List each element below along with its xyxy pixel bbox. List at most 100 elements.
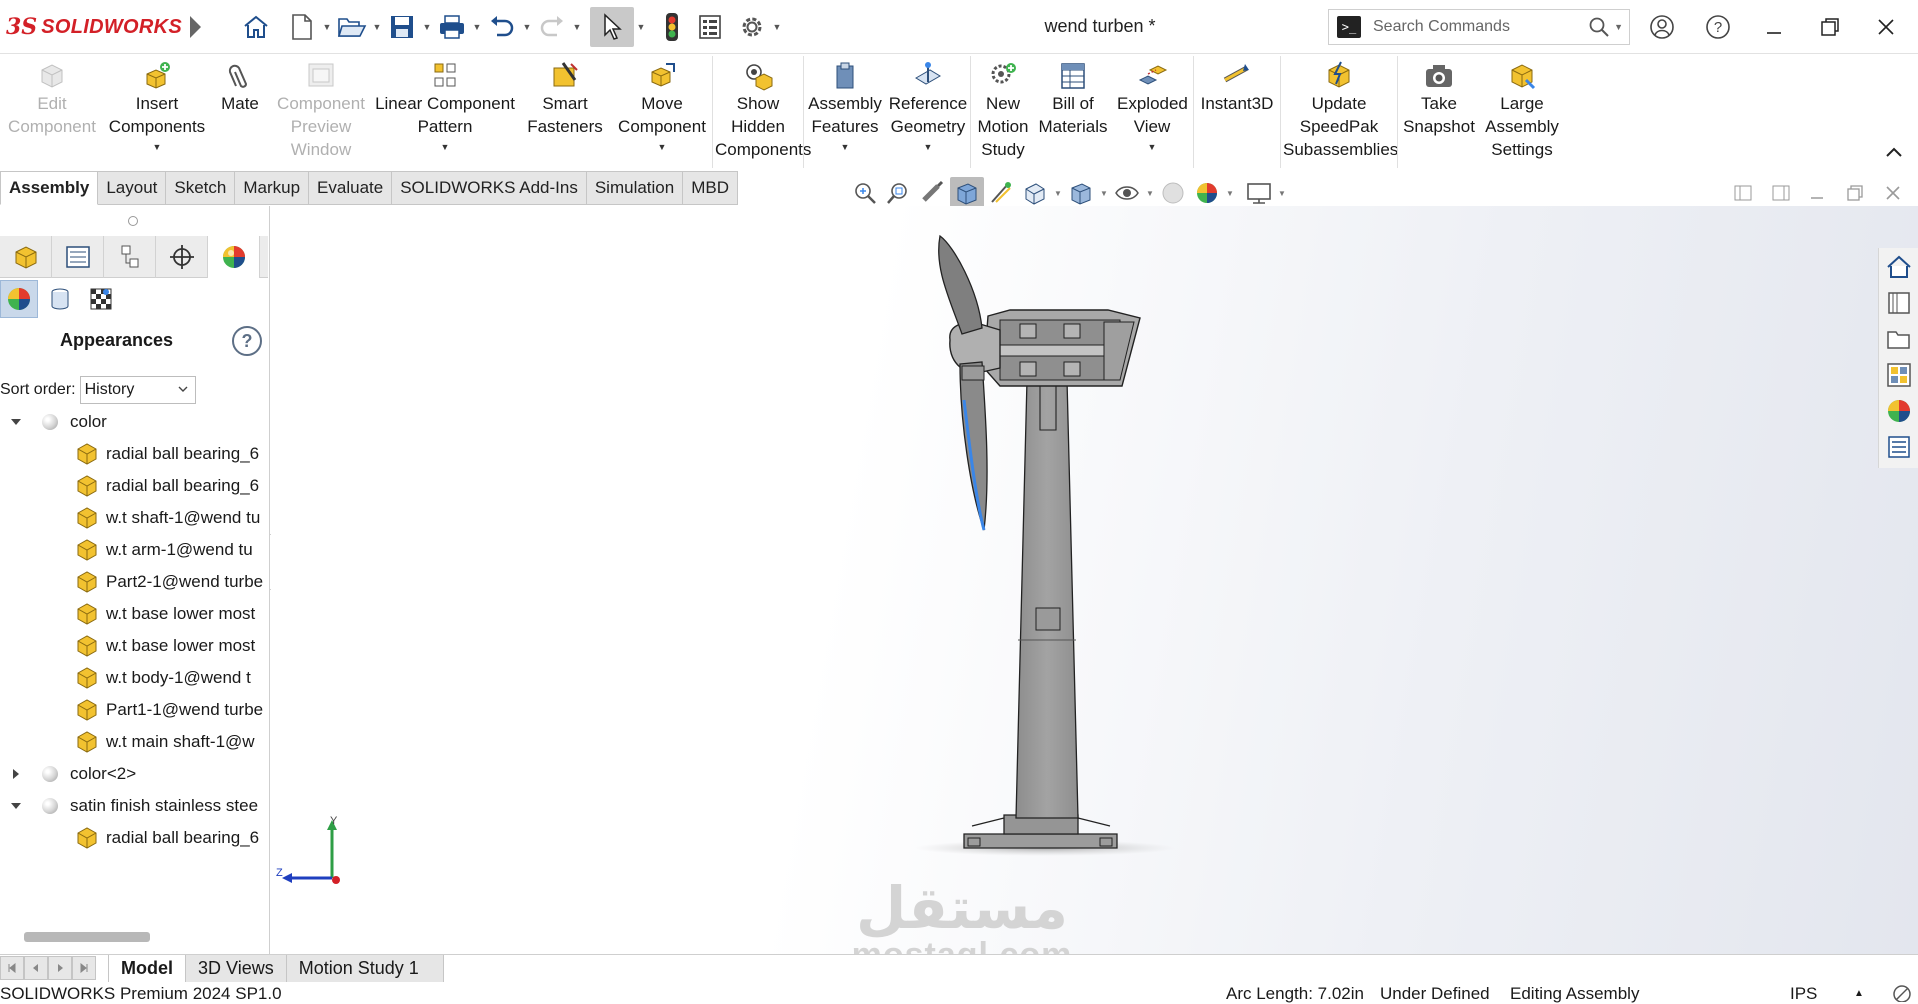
panel-grip-icon[interactable] <box>128 216 138 226</box>
document-minimize-icon[interactable] <box>1802 180 1832 206</box>
assembly-features-dropdown-icon[interactable]: ▼ <box>841 136 850 159</box>
tree-row-part[interactable]: radial ball bearing_6 <box>0 822 268 854</box>
feature-manager-tab-icon[interactable] <box>0 236 52 278</box>
tree-row-part[interactable]: w.t arm-1@wend tu <box>0 534 268 566</box>
tab-solidworks-add-ins[interactable]: SOLIDWORKS Add-Ins <box>392 171 587 205</box>
decals-subtab-icon[interactable] <box>41 280 79 318</box>
select-dropdown-icon[interactable]: ▼ <box>634 7 648 47</box>
restore-window-icon[interactable] <box>1810 10 1850 44</box>
viewport-tile-right-icon[interactable] <box>1766 180 1796 206</box>
tab-assembly[interactable]: Assembly <box>0 171 99 205</box>
edit-component-button[interactable]: Edit Component <box>0 54 104 170</box>
display-manager-tab-icon[interactable] <box>208 236 260 278</box>
edit-appearance-icon[interactable] <box>1156 177 1190 209</box>
redo-dropdown-icon[interactable]: ▼ <box>570 7 584 47</box>
mate-button[interactable]: Mate <box>210 54 270 170</box>
sort-order-select[interactable]: History <box>79 376 196 404</box>
rebuild-status-icon[interactable] <box>1890 982 1914 1002</box>
minimize-window-icon[interactable] <box>1754 10 1794 44</box>
update-speedpak-button[interactable]: Update SpeedPak Subassemblies <box>1281 54 1398 170</box>
viewport-tile-left-icon[interactable] <box>1728 180 1758 206</box>
tree-row-part[interactable]: Part1-1@wend turbe <box>0 694 268 726</box>
next-tab-icon[interactable] <box>48 956 72 980</box>
print-dropdown-icon[interactable]: ▼ <box>470 7 484 47</box>
help-icon[interactable]: ? <box>1698 10 1738 44</box>
tree-row-part[interactable]: w.t body-1@wend t <box>0 662 268 694</box>
select-icon[interactable] <box>590 7 634 47</box>
expand-caret-icon[interactable] <box>10 416 22 428</box>
new-document-icon[interactable] <box>284 7 320 47</box>
view-settings-dropdown-icon[interactable]: ▼ <box>1276 189 1288 198</box>
linear-component-pattern-button[interactable]: Linear Component Pattern ▼ <box>372 54 518 170</box>
document-restore-icon[interactable] <box>1840 180 1870 206</box>
tree-row-appearance[interactable]: color <box>0 406 268 438</box>
help-icon[interactable]: ? <box>232 326 262 356</box>
tree-row-part[interactable]: radial ball bearing_6 <box>0 470 268 502</box>
close-window-icon[interactable] <box>1866 10 1906 44</box>
hide-show-items-icon[interactable] <box>1110 177 1144 209</box>
tree-row-part[interactable]: w.t base lower most <box>0 630 268 662</box>
tab-markup[interactable]: Markup <box>235 171 310 205</box>
undo-icon[interactable] <box>484 7 520 47</box>
appearances-scenes-decals-icon[interactable] <box>1882 394 1916 428</box>
move-component-dropdown-icon[interactable]: ▼ <box>658 136 667 159</box>
configuration-manager-tab-icon[interactable] <box>104 236 156 278</box>
search-input[interactable]: Search Commands <box>1373 18 1588 36</box>
appearances-subtab-icon[interactable] <box>0 280 38 318</box>
options-gear-icon[interactable] <box>734 7 770 47</box>
reference-geometry-dropdown-icon[interactable]: ▼ <box>924 136 933 159</box>
apply-scene-icon[interactable] <box>1190 177 1224 209</box>
linear-pattern-dropdown-icon[interactable]: ▼ <box>441 136 450 159</box>
tab-3d-views[interactable]: 3D Views <box>186 955 287 982</box>
new-dropdown-icon[interactable]: ▼ <box>320 7 334 47</box>
expand-caret-icon[interactable] <box>10 800 22 812</box>
exploded-view-button[interactable]: Exploded View ▼ <box>1111 54 1193 170</box>
new-motion-study-button[interactable]: New Motion Study <box>971 54 1035 170</box>
tab-evaluate[interactable]: Evaluate <box>309 171 393 205</box>
home-icon[interactable] <box>238 7 274 47</box>
apply-scene-dropdown-icon[interactable]: ▼ <box>1224 189 1236 198</box>
tab-simulation[interactable]: Simulation <box>586 171 684 205</box>
dynamic-annotation-icon[interactable] <box>984 177 1018 209</box>
bill-of-materials-button[interactable]: Bill of Materials <box>1035 54 1111 170</box>
tab-mbd[interactable]: MBD <box>683 171 738 205</box>
view-palette-icon[interactable] <box>1882 358 1916 392</box>
reference-geometry-button[interactable]: Reference Geometry ▼ <box>886 54 970 170</box>
view-orientation-dropdown-icon[interactable]: ▼ <box>1052 189 1064 198</box>
file-properties-icon[interactable] <box>692 7 728 47</box>
move-component-button[interactable]: Move Component ▼ <box>612 54 712 170</box>
insert-components-button[interactable]: Insert Components ▼ <box>104 54 210 170</box>
large-assembly-settings-button[interactable]: Large Assembly Settings <box>1480 54 1564 170</box>
save-icon[interactable] <box>384 7 420 47</box>
open-icon[interactable] <box>334 7 370 47</box>
graphics-area[interactable] <box>271 206 1918 954</box>
scene-lights-cameras-subtab-icon[interactable] <box>82 280 120 318</box>
status-mode[interactable]: Editing Assembly <box>1510 984 1639 1004</box>
tab-model[interactable]: Model <box>108 955 186 982</box>
tab-motion-study-1[interactable]: Motion Study 1 <box>286 955 444 982</box>
wind-turbine-model[interactable] <box>271 206 1918 954</box>
solidworks-logo[interactable]: 3S SOLIDWORKS <box>6 12 182 42</box>
tree-row-part[interactable]: w.t base lower most <box>0 598 268 630</box>
tree-row-appearance[interactable]: satin finish stainless stee <box>0 790 268 822</box>
search-dropdown-icon[interactable]: ▼ <box>1614 22 1623 32</box>
zoom-to-fit-icon[interactable] <box>848 177 882 209</box>
view-orientation-icon[interactable] <box>1018 177 1052 209</box>
tree-row-part[interactable]: w.t main shaft-1@w <box>0 726 268 758</box>
first-tab-icon[interactable] <box>0 956 24 980</box>
document-close-icon[interactable] <box>1878 180 1908 206</box>
tab-layout[interactable]: Layout <box>98 171 167 205</box>
show-hidden-components-button[interactable]: Show Hidden Components <box>713 54 811 170</box>
horizontal-scrollbar[interactable] <box>24 932 150 942</box>
open-dropdown-icon[interactable]: ▼ <box>370 7 384 47</box>
zoom-to-area-icon[interactable] <box>882 177 916 209</box>
last-tab-icon[interactable] <box>72 956 96 980</box>
view-settings-icon[interactable] <box>1242 177 1276 209</box>
tree-row-part[interactable]: radial ball bearing_6 <box>0 438 268 470</box>
options-dropdown-icon[interactable]: ▼ <box>770 7 784 47</box>
tree-row-part[interactable]: w.t shaft-1@wend tu <box>0 502 268 534</box>
custom-properties-icon[interactable] <box>1882 430 1916 464</box>
tree-row-part[interactable]: Part2-1@wend turbe <box>0 566 268 598</box>
dimxpert-manager-tab-icon[interactable] <box>156 236 208 278</box>
file-explorer-icon[interactable] <box>1882 322 1916 356</box>
